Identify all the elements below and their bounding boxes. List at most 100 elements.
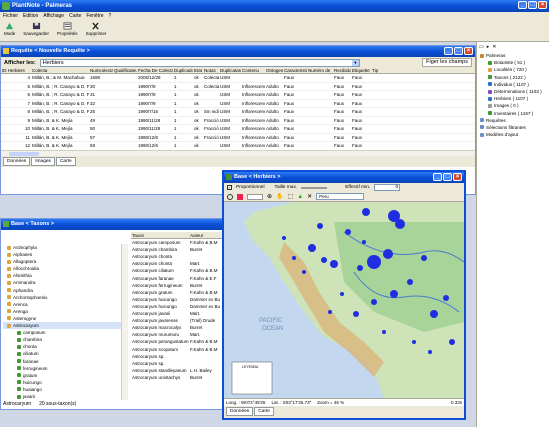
map-canvas[interactable]: PACIFIC OCEAN LEYENDA [224,202,464,398]
show-select[interactable]: Herbiers ▼ [39,58,360,67]
specimen-point[interactable] [357,265,363,271]
tab-données[interactable]: Données [3,157,31,166]
tree-node[interactable]: Astrocaryum [3,322,121,330]
table-row[interactable]: Astrocaryum macrocalyx Burret [131,324,227,331]
column-header[interactable]: Caracteristiques [283,68,307,73]
tree-node-requetes[interactable]: Requêtes [480,117,549,124]
requete-close-button[interactable]: × [464,47,473,55]
tree-node[interactable]: Localités ( 720 ) [480,66,549,73]
tree-node[interactable]: Actinophyla [3,244,121,251]
specimen-point[interactable] [430,310,438,318]
table-row[interactable]: Astrocaryum javarense (Trail) Drude [131,317,227,324]
tree-node[interactable]: Images ( 0 ) [480,102,549,109]
table-row[interactable]: 11 Millán, B. & K. Mejía 57 1990/12/6 1 ok Fra… [1,134,475,142]
column-header[interactable]: Notas [203,68,219,73]
tree-node[interactable]: Asterogyne [3,315,121,322]
tab-données[interactable]: Données [226,407,254,416]
column-header[interactable]: ID Herbiers [1,68,31,73]
specimen-point[interactable] [328,310,332,314]
tree-node[interactable]: javarii [3,393,121,400]
tree-node[interactable]: Allocchroidia [3,265,121,272]
column-header[interactable]: Colecta [31,68,89,73]
specimen-point[interactable] [353,311,359,317]
specimen-point[interactable] [428,350,432,354]
table-row[interactable]: Astrocaryum chonta Mart. [131,260,227,267]
refresh-icon[interactable] [227,193,233,200]
specimen-point[interactable] [407,279,413,285]
maximize-button[interactable]: □ [528,1,537,9]
tree-node-selections[interactable]: Sélections filtrantes [480,124,549,131]
table-row[interactable]: Astrocaryum chambira Burret [131,246,227,253]
tree-node[interactable]: Arenga [3,308,121,315]
tree-node[interactable]: Taxons ( 2122 ) [480,74,549,81]
tree-node[interactable]: Ammandra [3,279,121,286]
column-header[interactable]: Fecha De Colecta [137,68,173,73]
tree-node[interactable]: ferrugineum [3,365,121,372]
fix-fields-button[interactable]: Figer les champs [422,58,472,67]
table-row[interactable]: 7Millán, B. ; R. Canayo & D. Pereyra32 19… [1,100,475,108]
specimen-point[interactable] [282,236,286,240]
tree-node[interactable]: chambira [3,336,121,343]
table-row[interactable]: Astrocaryum chonta [131,253,227,260]
table-row[interactable]: Astrocaryum camposum F.Kahn & B.M [131,239,227,246]
table-row[interactable]: Astrocaryum urostachys Burret [131,374,227,381]
tree-node[interactable]: Allagoptera [3,258,121,265]
arrow-up-icon[interactable]: ▲ [297,194,303,200]
specimen-point[interactable] [412,340,416,344]
tree-node[interactable]: Archontophoenix [3,294,121,301]
size-slider[interactable] [301,186,328,189]
column-header[interactable]: Recibido [333,68,351,73]
tree-node[interactable]: camposum [3,329,121,336]
specimen-point[interactable] [449,339,455,345]
specimen-point[interactable] [367,255,381,269]
menu-item[interactable]: Fichier [3,13,18,19]
layer-select[interactable]: Peru [316,193,365,200]
table-row[interactable]: 9 Millán, B. & K. Mejía 49 1990/11/28 1 ok Fra… [1,117,475,125]
layer-color-icon[interactable] [237,193,243,200]
specimen-point[interactable] [383,249,393,259]
minimize-button[interactable]: _ [518,1,527,9]
tree-node[interactable]: huaiango [3,386,121,393]
specimen-point[interactable] [443,295,449,301]
specimen-point[interactable] [340,292,344,296]
table-row[interactable]: 6Millán, B. ; R. Canayo & D. Pereyra31 19… [1,91,475,100]
zoom-in-icon[interactable]: ⊕ [267,193,272,200]
specimen-point[interactable] [308,244,316,252]
specimen-point[interactable] [302,270,306,274]
table-row[interactable]: 5Millán, B. ; R. Canayo & D. Pereyra30 19… [1,83,475,91]
table-row[interactable]: Astrocaryum perangustatum F.Kahn & B.M [131,338,227,345]
menu-item[interactable]: Fenêtre [86,13,103,19]
column-header[interactable]: Duplicados [173,68,193,73]
specimen-point[interactable] [421,255,427,261]
pan-icon[interactable]: ✋ [276,193,283,200]
proportional-checkbox[interactable]: ✓ [227,185,232,190]
tree-node[interactable]: chonta [3,343,121,350]
column-header[interactable]: Duplicatas [219,68,241,73]
table-row[interactable]: Astrocaryum huicungo Dammer ex Bu [131,296,227,303]
tree-node[interactable]: Inventaires ( 1167 ) [480,110,549,117]
specimen-point[interactable] [362,208,370,216]
specimen-point[interactable] [362,240,366,244]
table-row[interactable]: Astrocaryum huicungo Dammer ex Bu [131,303,227,310]
tree-root[interactable]: Palmeras [480,52,549,59]
menu-item[interactable]: ? [109,13,112,19]
column-header[interactable]: Ontogenia [265,68,283,73]
tab-carte[interactable]: Carte [254,407,274,416]
specimen-point[interactable] [321,257,327,263]
menu-item[interactable]: Edition [23,13,38,19]
table-row[interactable]: Astrocaryum ciliatum F.Kahn & B.M [131,267,227,274]
table-row[interactable]: 10 Millán, B. & K. Mejía 50 1990/11/28 1 ok Fr… [1,125,475,134]
table-row[interactable]: 12 Millán, B. & K. Mejía 58 1990/12/6 1 ok USM… [1,142,475,150]
specimen-point[interactable] [317,223,323,229]
tree-node[interactable]: huicungo [3,379,121,386]
delete-button[interactable]: Supprimer [86,22,106,39]
specimen-point[interactable] [371,299,377,305]
herbiers-close-button[interactable]: × [453,173,462,181]
specimen-point[interactable] [390,290,398,298]
column-header[interactable]: Etat [193,68,203,73]
tree-node-modeles[interactable]: Modèles d'ajout [480,131,549,138]
column-header[interactable]: Auteur [189,232,225,238]
tree-node[interactable]: Botaniste ( 51 ) [480,59,549,66]
table-row[interactable]: Astrocaryum sp. [131,353,227,360]
table-row[interactable]: Astrocaryum ferrugineum Burret [131,282,227,289]
